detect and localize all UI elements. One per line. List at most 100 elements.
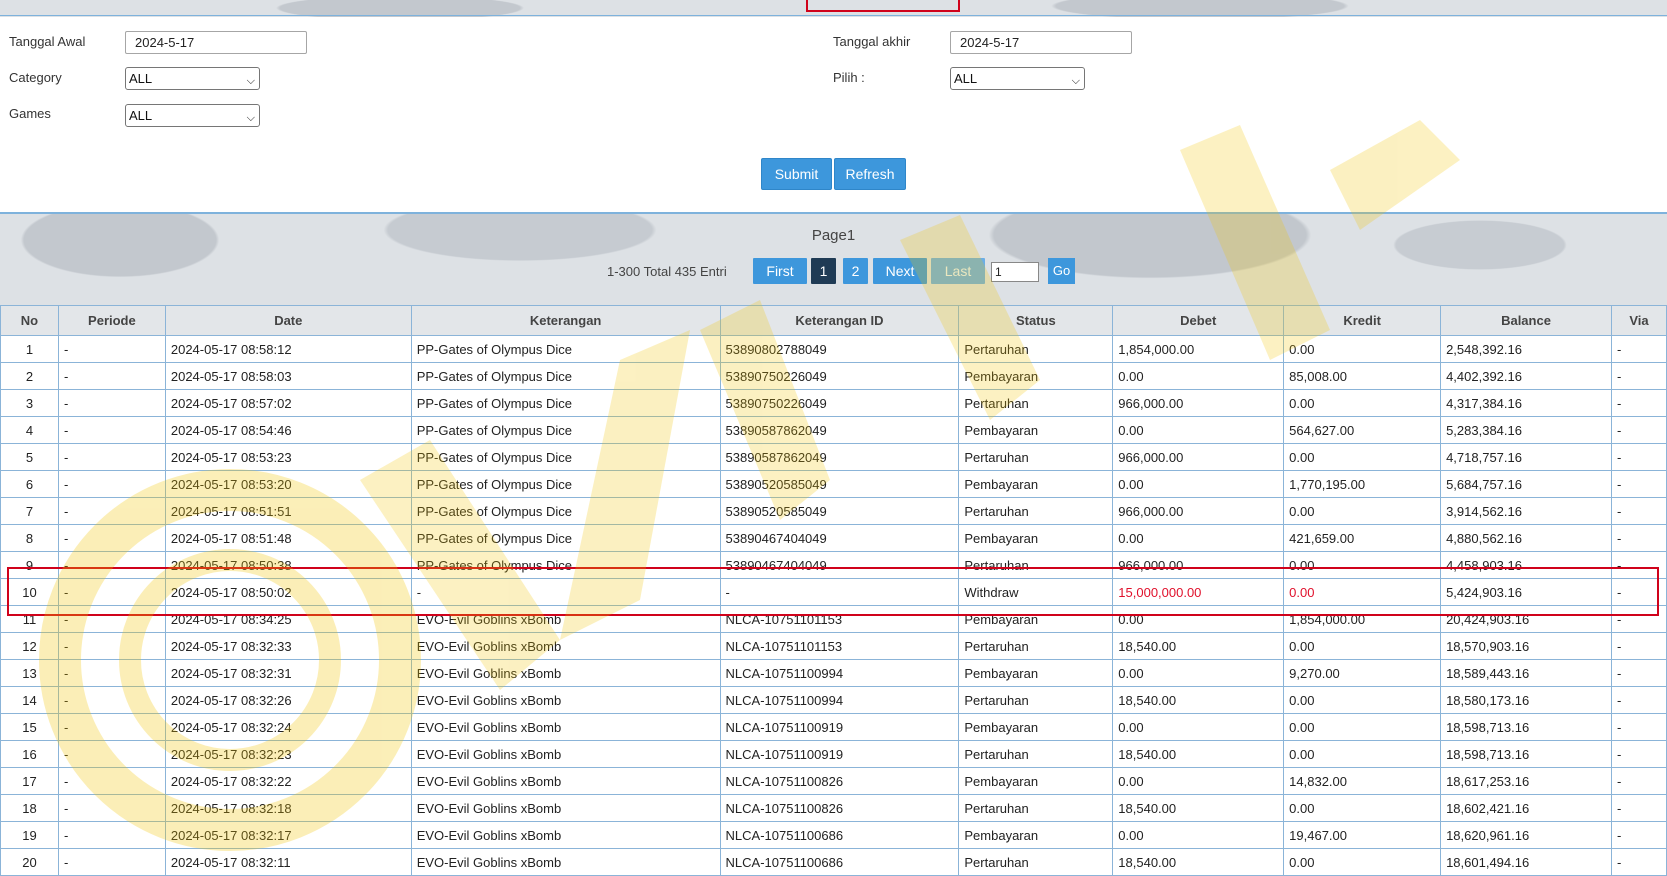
cell-balance: 5,684,757.16 bbox=[1440, 470, 1612, 498]
cell-keterangan: PP-Gates of Olympus Dice bbox=[410, 551, 721, 579]
cell-kredit: 0.00 bbox=[1283, 848, 1442, 876]
cell-date: 2024-05-17 08:32:18 bbox=[164, 794, 412, 822]
submit-button[interactable]: Submit bbox=[761, 158, 832, 190]
cell-periode: - bbox=[57, 389, 166, 417]
table-row: 20-2024-05-17 08:32:11 EVO-Evil Goblins x… bbox=[0, 848, 1667, 876]
cell-no: 1 bbox=[0, 335, 59, 363]
cell-date: 2024-05-17 08:50:02 bbox=[164, 578, 412, 606]
table-row: 10-2024-05-17 08:50:02- - Withdraw 15,000,0… bbox=[0, 578, 1667, 606]
cell-debet: 0.00 bbox=[1112, 713, 1285, 741]
cell-status: Pembayaran bbox=[958, 659, 1114, 687]
last-page-button[interactable]: Last bbox=[931, 258, 985, 284]
cell-no: 6 bbox=[0, 470, 59, 498]
cell-date: 2024-05-17 08:32:17 bbox=[164, 821, 412, 849]
cell-balance: 18,580,173.16 bbox=[1440, 686, 1612, 714]
cell-periode: - bbox=[57, 767, 166, 795]
page-2-button[interactable]: 2 bbox=[843, 258, 868, 284]
page-number-input[interactable]: 1 bbox=[991, 262, 1039, 282]
pilih-select[interactable]: ALL ⌵ bbox=[950, 67, 1085, 90]
cell-balance: 2,548,392.16 bbox=[1440, 335, 1612, 363]
cell-date: 2024-05-17 08:53:23 bbox=[164, 443, 412, 471]
cell-status: Pertaruhan bbox=[958, 794, 1114, 822]
cell-periode: - bbox=[57, 470, 166, 498]
go-button[interactable]: Go bbox=[1048, 258, 1075, 284]
cell-balance: 4,880,562.16 bbox=[1440, 524, 1612, 552]
cell-debet: 966,000.00 bbox=[1112, 497, 1285, 525]
cell-via: - bbox=[1610, 578, 1667, 606]
cell-debet: 18,540.00 bbox=[1112, 740, 1285, 768]
cell-no: 20 bbox=[0, 848, 59, 876]
table-row: 18-2024-05-17 08:32:18 EVO-Evil Goblins x… bbox=[0, 794, 1667, 822]
cell-keterangan-id: 53890750226049 bbox=[719, 389, 960, 417]
cell-status: Pertaruhan bbox=[958, 848, 1114, 876]
cell-no: 15 bbox=[0, 713, 59, 741]
cell-via: - bbox=[1610, 821, 1667, 849]
annotation-box-top bbox=[806, 0, 960, 12]
cell-keterangan-id: NLCA-10751100919 bbox=[719, 713, 960, 741]
cell-keterangan: EVO-Evil Goblins xBomb bbox=[410, 713, 721, 741]
cell-debet: 1,854,000.00 bbox=[1112, 335, 1285, 363]
cell-kredit: 9,270.00 bbox=[1283, 659, 1442, 687]
cell-no: 19 bbox=[0, 821, 59, 849]
tanggal-awal-label: Tanggal Awal bbox=[9, 34, 86, 49]
page-1-button[interactable]: 1 bbox=[811, 258, 836, 284]
first-page-button[interactable]: First bbox=[753, 258, 807, 284]
cell-no: 17 bbox=[0, 767, 59, 795]
cell-balance: 20,424,903.16 bbox=[1440, 605, 1612, 633]
table-row: 3-2024-05-17 08:57:02 PP-Gates of Olympus… bbox=[0, 389, 1667, 417]
cell-date: 2024-05-17 08:50:38 bbox=[164, 551, 412, 579]
cell-debet: 18,540.00 bbox=[1112, 794, 1285, 822]
cell-no: 8 bbox=[0, 524, 59, 552]
cell-keterangan-id: NLCA-10751101153 bbox=[719, 605, 960, 633]
cell-kredit: 1,770,195.00 bbox=[1283, 470, 1442, 498]
cell-via: - bbox=[1610, 443, 1667, 471]
cell-status: Pertaruhan bbox=[958, 497, 1114, 525]
column-header-via: Via bbox=[1610, 305, 1667, 336]
cell-keterangan: PP-Gates of Olympus Dice bbox=[410, 524, 721, 552]
games-select[interactable]: ALL ⌵ bbox=[125, 104, 260, 127]
cell-balance: 5,424,903.16 bbox=[1440, 578, 1612, 606]
cell-status: Pertaruhan bbox=[958, 632, 1114, 660]
cell-keterangan: - bbox=[410, 578, 721, 606]
cell-keterangan-id: NLCA-10751100686 bbox=[719, 821, 960, 849]
category-select[interactable]: ALL ⌵ bbox=[125, 67, 260, 90]
table-row: 11-2024-05-17 08:34:25 EVO-Evil Goblins x… bbox=[0, 605, 1667, 633]
cell-debet: 966,000.00 bbox=[1112, 443, 1285, 471]
cell-balance: 18,598,713.16 bbox=[1440, 713, 1612, 741]
cell-keterangan-id: NLCA-10751100994 bbox=[719, 659, 960, 687]
refresh-button[interactable]: Refresh bbox=[834, 158, 906, 190]
cell-via: - bbox=[1610, 362, 1667, 390]
cell-kredit: 0.00 bbox=[1283, 389, 1442, 417]
cell-no: 5 bbox=[0, 443, 59, 471]
cell-kredit: 0.00 bbox=[1283, 551, 1442, 579]
cell-no: 7 bbox=[0, 497, 59, 525]
cell-keterangan: EVO-Evil Goblins xBomb bbox=[410, 686, 721, 714]
cell-keterangan-id: NLCA-10751100826 bbox=[719, 794, 960, 822]
tanggal-akhir-input[interactable]: 2024-5-17 bbox=[950, 31, 1132, 54]
next-page-button[interactable]: Next bbox=[873, 258, 927, 284]
cell-keterangan: EVO-Evil Goblins xBomb bbox=[410, 605, 721, 633]
cell-keterangan-id: NLCA-10751101153 bbox=[719, 632, 960, 660]
cell-keterangan-id: 53890467404049 bbox=[719, 524, 960, 552]
table-row: 5-2024-05-17 08:53:23 PP-Gates of Olympus… bbox=[0, 443, 1667, 471]
cell-periode: - bbox=[57, 605, 166, 633]
cell-balance: 5,283,384.16 bbox=[1440, 416, 1612, 444]
pilih-label: Pilih : bbox=[833, 70, 865, 85]
tanggal-awal-input[interactable]: 2024-5-17 bbox=[125, 31, 307, 54]
cell-periode: - bbox=[57, 443, 166, 471]
table-row: 14-2024-05-17 08:32:26 EVO-Evil Goblins x… bbox=[0, 686, 1667, 714]
transactions-table: No Periode Date Keterangan Keterangan ID Stat… bbox=[0, 305, 1667, 876]
cell-periode: - bbox=[57, 713, 166, 741]
cell-status: Pertaruhan bbox=[958, 740, 1114, 768]
cell-balance: 4,458,903.16 bbox=[1440, 551, 1612, 579]
cell-kredit: 0.00 bbox=[1283, 740, 1442, 768]
cell-date: 2024-05-17 08:58:03 bbox=[164, 362, 412, 390]
cell-balance: 3,914,562.16 bbox=[1440, 497, 1612, 525]
games-label: Games bbox=[9, 106, 51, 121]
cell-no: 10 bbox=[0, 578, 59, 606]
cell-via: - bbox=[1610, 389, 1667, 417]
cell-keterangan-id: 53890520585049 bbox=[719, 470, 960, 498]
cell-periode: - bbox=[57, 335, 166, 363]
table-row: 6-2024-05-17 08:53:20 PP-Gates of Olympus… bbox=[0, 470, 1667, 498]
cell-periode: - bbox=[57, 416, 166, 444]
